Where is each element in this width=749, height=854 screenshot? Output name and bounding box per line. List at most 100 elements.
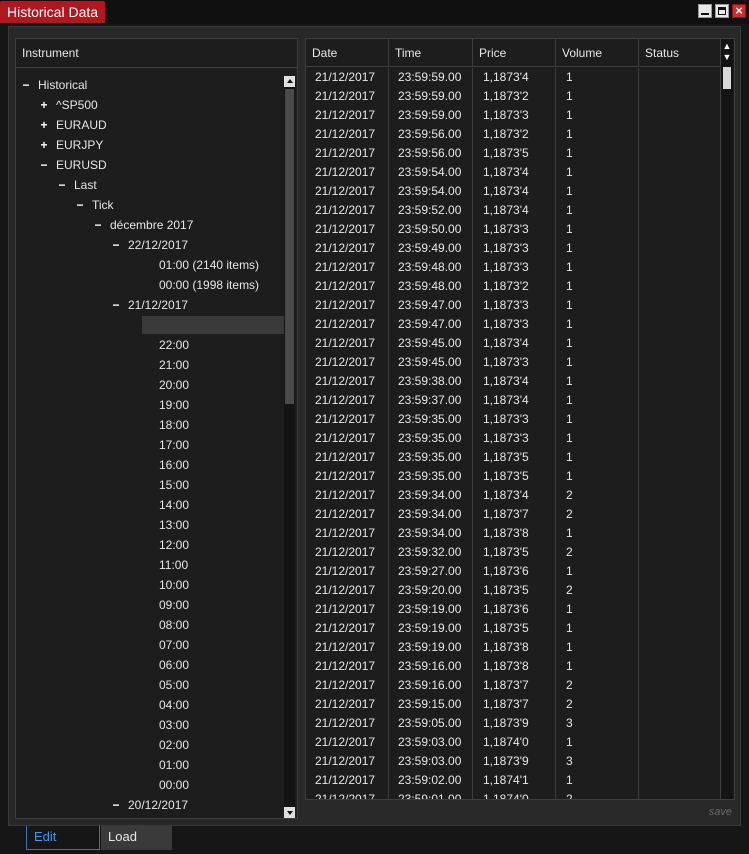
tree-node[interactable]: 22:00 bbox=[16, 336, 284, 354]
table-row[interactable]: 21/12/2017 23:59:45.00 1,1873'4 1 bbox=[306, 334, 721, 353]
sort-updown-icon[interactable]: ▲ ▼ bbox=[721, 41, 733, 65]
table-row[interactable]: 21/12/2017 23:59:35.00 1,1873'3 1 bbox=[306, 410, 721, 429]
tree-node[interactable]: 01:00 bbox=[16, 756, 284, 774]
table-row[interactable]: 21/12/2017 23:59:56.00 1,1873'2 1 bbox=[306, 125, 721, 144]
table-row[interactable]: 21/12/2017 23:59:48.00 1,1873'3 1 bbox=[306, 258, 721, 277]
tree-node[interactable]: + EURAUD bbox=[16, 116, 284, 134]
tree-node[interactable]: + ^SP500 bbox=[16, 96, 284, 114]
table-row[interactable]: 21/12/2017 23:59:35.00 1,1873'5 1 bbox=[306, 448, 721, 467]
table-row[interactable]: 21/12/2017 23:59:19.00 1,1873'8 1 bbox=[306, 638, 721, 657]
table-row[interactable]: 21/12/2017 23:59:16.00 1,1873'8 1 bbox=[306, 657, 721, 676]
table-row[interactable]: 21/12/2017 23:59:03.00 1,1873'9 3 bbox=[306, 752, 721, 771]
tree-node[interactable]: 05:00 bbox=[16, 676, 284, 694]
collapse-icon[interactable]: − bbox=[74, 196, 86, 214]
tab-load[interactable]: Load bbox=[101, 826, 172, 850]
collapse-icon[interactable]: − bbox=[110, 236, 122, 254]
grid-scroll-thumb[interactable] bbox=[723, 67, 731, 89]
table-row[interactable]: 21/12/2017 23:59:19.00 1,1873'5 1 bbox=[306, 619, 721, 638]
tree-scrollbar[interactable] bbox=[284, 76, 295, 818]
table-row[interactable]: 21/12/2017 23:59:16.00 1,1873'7 2 bbox=[306, 676, 721, 695]
table-row[interactable]: 21/12/2017 23:59:15.00 1,1873'7 2 bbox=[306, 695, 721, 714]
tree-node[interactable]: −20/12/2017 bbox=[16, 796, 284, 814]
collapse-icon[interactable]: − bbox=[38, 156, 50, 174]
table-row[interactable]: 21/12/2017 23:59:01.00 1,1874'0 2 bbox=[306, 790, 721, 799]
tree-node[interactable]: 12:00 bbox=[16, 536, 284, 554]
tree-node[interactable]: 18:00 bbox=[16, 416, 284, 434]
minimize-icon[interactable] bbox=[698, 4, 712, 18]
column-header-status[interactable]: Status bbox=[639, 39, 721, 67]
collapse-icon[interactable]: − bbox=[110, 296, 122, 314]
tree-node[interactable]: 11:00 bbox=[16, 556, 284, 574]
tree-node[interactable]: 01:00 (2140 items) bbox=[16, 256, 284, 274]
table-row[interactable]: 21/12/2017 23:59:59.00 1,1873'4 1 bbox=[306, 68, 721, 87]
tree-node[interactable]: 21:00 bbox=[16, 356, 284, 374]
collapse-icon[interactable]: − bbox=[92, 216, 104, 234]
table-row[interactable]: 21/12/2017 23:59:35.00 1,1873'5 1 bbox=[306, 467, 721, 486]
collapse-icon[interactable]: − bbox=[56, 176, 68, 194]
tree-node[interactable]: − Historical bbox=[16, 76, 284, 94]
tree-node[interactable]: 09:00 bbox=[16, 596, 284, 614]
collapse-icon[interactable]: − bbox=[110, 796, 122, 814]
tree-node[interactable]: 00:00 (1998 items) bbox=[16, 276, 284, 294]
expand-icon[interactable]: + bbox=[38, 136, 50, 154]
scroll-thumb[interactable] bbox=[285, 89, 294, 404]
tree-node[interactable]: 00:00 bbox=[16, 776, 284, 794]
column-header-time[interactable]: Time bbox=[389, 39, 473, 67]
table-row[interactable]: 21/12/2017 23:59:05.00 1,1873'9 3 bbox=[306, 714, 721, 733]
table-row[interactable]: 21/12/2017 23:59:56.00 1,1873'5 1 bbox=[306, 144, 721, 163]
table-row[interactable]: 21/12/2017 23:59:03.00 1,1874'0 1 bbox=[306, 733, 721, 752]
maximize-icon[interactable] bbox=[715, 4, 729, 18]
column-header-volume[interactable]: Volume bbox=[556, 39, 639, 67]
tree-node[interactable]: 15:00 bbox=[16, 476, 284, 494]
close-icon[interactable]: × bbox=[732, 4, 746, 18]
table-row[interactable]: 21/12/2017 23:59:52.00 1,1873'4 1 bbox=[306, 201, 721, 220]
column-header-date[interactable]: Date bbox=[306, 39, 389, 67]
expand-icon[interactable]: + bbox=[38, 96, 50, 114]
tree-node[interactable]: 07:00 bbox=[16, 636, 284, 654]
tab-edit[interactable]: Edit bbox=[26, 826, 100, 850]
tree-node[interactable]: 02:00 bbox=[16, 736, 284, 754]
table-row[interactable]: 21/12/2017 23:59:32.00 1,1873'5 2 bbox=[306, 543, 721, 562]
table-row[interactable]: 21/12/2017 23:59:34.00 1,1873'4 2 bbox=[306, 486, 721, 505]
tree-node[interactable]: 23:00 (2192 items) bbox=[16, 816, 284, 818]
tree-node[interactable]: 06:00 bbox=[16, 656, 284, 674]
table-row[interactable]: 21/12/2017 23:59:02.00 1,1874'1 1 bbox=[306, 771, 721, 790]
table-row[interactable]: 21/12/2017 23:59:54.00 1,1873'4 1 bbox=[306, 163, 721, 182]
tree-node[interactable]: 14:00 bbox=[16, 496, 284, 514]
tree-node[interactable]: − décembre 2017 bbox=[16, 216, 284, 234]
table-row[interactable]: 21/12/2017 23:59:54.00 1,1873'4 1 bbox=[306, 182, 721, 201]
table-row[interactable]: 21/12/2017 23:59:49.00 1,1873'3 1 bbox=[306, 239, 721, 258]
table-row[interactable]: 21/12/2017 23:59:47.00 1,1873'3 1 bbox=[306, 315, 721, 334]
tree-node[interactable]: − EURUSD bbox=[16, 156, 284, 174]
collapse-icon[interactable]: − bbox=[20, 76, 32, 94]
tree-node[interactable]: 16:00 bbox=[16, 456, 284, 474]
table-row[interactable]: 21/12/2017 23:59:48.00 1,1873'2 1 bbox=[306, 277, 721, 296]
scroll-down-icon[interactable] bbox=[284, 807, 295, 818]
column-header-price[interactable]: Price bbox=[473, 39, 556, 67]
tree-node[interactable]: 19:00 bbox=[16, 396, 284, 414]
table-row[interactable]: 21/12/2017 23:59:34.00 1,1873'8 1 bbox=[306, 524, 721, 543]
save-link[interactable]: save bbox=[709, 806, 732, 818]
table-row[interactable]: 21/12/2017 23:59:34.00 1,1873'7 2 bbox=[306, 505, 721, 524]
table-row[interactable]: 21/12/2017 23:59:35.00 1,1873'3 1 bbox=[306, 429, 721, 448]
tree-node[interactable]: 23:00 (2560 items) bbox=[142, 316, 284, 334]
tree-node[interactable]: − Tick bbox=[16, 196, 284, 214]
table-row[interactable]: 21/12/2017 23:59:47.00 1,1873'3 1 bbox=[306, 296, 721, 315]
tree-node[interactable]: 17:00 bbox=[16, 436, 284, 454]
table-row[interactable]: 21/12/2017 23:59:59.00 1,1873'3 1 bbox=[306, 106, 721, 125]
tree-node[interactable]: −22/12/2017 bbox=[16, 236, 284, 254]
scroll-up-icon[interactable] bbox=[284, 76, 295, 87]
table-row[interactable]: 21/12/2017 23:59:19.00 1,1873'6 1 bbox=[306, 600, 721, 619]
tree-node[interactable]: 10:00 bbox=[16, 576, 284, 594]
tree-node[interactable]: −21/12/2017 bbox=[16, 296, 284, 314]
table-row[interactable]: 21/12/2017 23:59:45.00 1,1873'3 1 bbox=[306, 353, 721, 372]
tree-node[interactable]: 20:00 bbox=[16, 376, 284, 394]
tree-node[interactable]: 03:00 bbox=[16, 716, 284, 734]
table-row[interactable]: 21/12/2017 23:59:38.00 1,1873'4 1 bbox=[306, 372, 721, 391]
table-row[interactable]: 21/12/2017 23:59:20.00 1,1873'5 2 bbox=[306, 581, 721, 600]
tree-node[interactable]: − Last bbox=[16, 176, 284, 194]
table-row[interactable]: 21/12/2017 23:59:59.00 1,1873'2 1 bbox=[306, 87, 721, 106]
tree-node[interactable]: 04:00 bbox=[16, 696, 284, 714]
tree-node[interactable]: 13:00 bbox=[16, 516, 284, 534]
table-row[interactable]: 21/12/2017 23:59:27.00 1,1873'6 1 bbox=[306, 562, 721, 581]
